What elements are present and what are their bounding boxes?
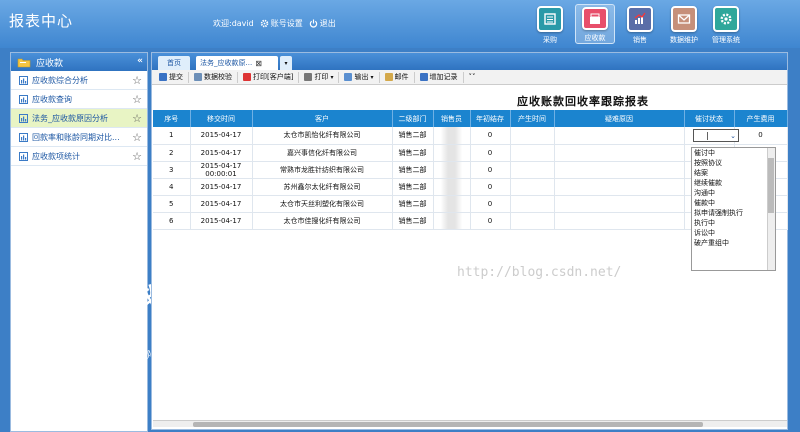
dropdown-option[interactable]: 破产重组中	[692, 238, 775, 248]
power-icon	[309, 19, 317, 28]
dropdown-scroll-thumb[interactable]	[768, 158, 774, 213]
dropdown-option[interactable]: 催款中	[692, 198, 775, 208]
column-header[interactable]: 疑难原因	[554, 110, 685, 127]
tab-legal-analysis[interactable]: 法务_应收款原... ⊠	[196, 56, 278, 70]
tab-bar: 首页 法务_应收款原... ⊠ ▾	[152, 53, 787, 70]
module-admin[interactable]: 管理系统	[706, 6, 746, 45]
gear-icon	[713, 6, 739, 32]
top-header: 报表中心 欢迎:david 账号设置 退出 采购 应收款 销售 数据维护 管理系…	[0, 0, 800, 48]
welcome-label: 欢迎:david	[213, 19, 254, 28]
dropdown-scrollbar[interactable]	[767, 148, 775, 270]
column-header[interactable]: 客户	[252, 110, 393, 127]
sidebar-item-collection-rate-comparison[interactable]: 回款率和账龄同期对比... ☆	[11, 128, 147, 147]
star-icon[interactable]: ☆	[132, 150, 142, 163]
validate-icon	[194, 73, 202, 81]
user-bar: 欢迎:david 账号设置 退出	[213, 18, 336, 29]
sales-chart-icon	[627, 6, 653, 32]
sidebar-item-receivable-analysis[interactable]: 应收款综合分析 ☆	[11, 71, 147, 90]
column-header[interactable]: 二级部门	[392, 110, 434, 127]
table-header: 序号 移交时间 客户 二级部门 销售员 年初结存 产生时间 疑难原因 催讨状态 …	[153, 110, 788, 127]
export-button[interactable]: 输出 ▾	[339, 71, 380, 83]
column-header[interactable]: 产生时间	[510, 110, 555, 127]
print-client-button[interactable]: 打印[客户端]	[238, 71, 300, 83]
dropdown-icon: ▾	[284, 59, 288, 67]
column-header[interactable]: 销售员	[433, 110, 471, 127]
horizontal-scrollbar[interactable]	[153, 420, 787, 427]
purchase-icon	[537, 6, 563, 32]
dropdown-option[interactable]: 执行中	[692, 218, 775, 228]
chart-icon	[19, 75, 28, 85]
star-icon[interactable]: ☆	[132, 131, 142, 144]
save-icon	[159, 73, 167, 81]
dropdown-option[interactable]: 诉讼中	[692, 228, 775, 238]
table-row: 1 2015-04-17 太仓市凯怡化纤有限公司 销售二部 0 0	[153, 127, 788, 145]
collapse-icon[interactable]: «	[137, 56, 143, 66]
add-record-icon	[419, 73, 428, 81]
status-select[interactable]: | ⌄	[693, 129, 739, 142]
dropdown-option[interactable]: 催讨中	[692, 148, 775, 158]
star-icon[interactable]: ☆	[132, 112, 142, 125]
folder-icon	[17, 58, 31, 67]
account-settings-link[interactable]: 账号设置	[260, 18, 303, 29]
logout-link[interactable]: 退出	[309, 18, 336, 29]
watermark: http://blog.csdn.net/	[457, 265, 622, 280]
dropdown-option[interactable]: 沟通中	[692, 188, 775, 198]
dropdown-option[interactable]: 继续催款	[692, 178, 775, 188]
tab-home[interactable]: 首页	[158, 56, 190, 70]
pdf-icon	[243, 73, 251, 81]
submit-button[interactable]: 提交	[154, 71, 189, 83]
print-button[interactable]: 打印 ▾	[299, 71, 340, 83]
more-icon[interactable]: ˅˅	[464, 72, 481, 83]
mail-icon	[671, 6, 697, 32]
gear-icon	[260, 19, 268, 28]
sidebar-item-receivable-query[interactable]: 应收款查询 ☆	[11, 90, 147, 109]
chevron-down-icon: ⌄	[730, 131, 736, 140]
validate-button[interactable]: 数据校验	[189, 71, 238, 83]
column-header[interactable]: 产生费用	[734, 110, 788, 127]
sidebar-title: 应收款	[36, 58, 64, 69]
chart-icon	[19, 151, 28, 161]
status-dropdown-list: 催讨中 按照协议 结案 继续催款 沟通中 催款中 拟申请强制执行 执行中 诉讼中…	[691, 147, 776, 271]
app-title: 报表中心	[9, 12, 74, 30]
module-sales[interactable]: 销售	[620, 6, 660, 45]
sidebar-item-legal-reason-analysis[interactable]: 法务_应收款原因分析 ☆	[11, 109, 147, 128]
column-header[interactable]: 移交时间	[190, 110, 253, 127]
export-icon	[344, 73, 353, 81]
dropdown-option[interactable]: 拟申请强制执行	[692, 208, 775, 218]
receivable-icon	[582, 7, 608, 30]
mail-icon	[384, 73, 393, 81]
chart-icon	[19, 94, 28, 104]
scroll-thumb[interactable]	[193, 422, 703, 427]
report-title: 应收账款回收率跟踪报表	[517, 95, 649, 108]
add-record-button[interactable]: 增加记录	[415, 71, 464, 83]
main-panel: 首页 法务_应收款原... ⊠ ▾ 提交 数据校验 打印[客户端] 打印 ▾ 输出…	[151, 52, 788, 430]
column-header[interactable]: 催讨状态	[684, 110, 735, 127]
module-receivable[interactable]: 应收款	[575, 4, 615, 44]
module-purchase[interactable]: 采购	[530, 6, 570, 45]
chart-icon	[19, 113, 28, 123]
column-header[interactable]: 序号	[153, 110, 191, 127]
email-button[interactable]: 邮件	[380, 71, 415, 83]
star-icon[interactable]: ☆	[132, 93, 142, 106]
printer-icon	[304, 73, 313, 81]
chart-icon	[19, 132, 28, 142]
dropdown-option[interactable]: 结案	[692, 168, 775, 178]
sidebar-item-receivable-stats[interactable]: 应收款项统计 ☆	[11, 147, 147, 166]
column-header[interactable]: 年初结存	[470, 110, 511, 127]
toolbar: 提交 数据校验 打印[客户端] 打印 ▾ 输出 ▾ 邮件 增加记录 ˅˅	[152, 70, 787, 85]
close-icon[interactable]: ⊠	[255, 59, 262, 68]
dropdown-option[interactable]: 按照协议	[692, 158, 775, 168]
sidebar-header: 应收款 «	[11, 53, 147, 71]
tab-menu-button[interactable]: ▾	[280, 56, 292, 70]
star-icon[interactable]: ☆	[132, 74, 142, 87]
module-data-maintenance[interactable]: 数据维护	[664, 6, 704, 45]
